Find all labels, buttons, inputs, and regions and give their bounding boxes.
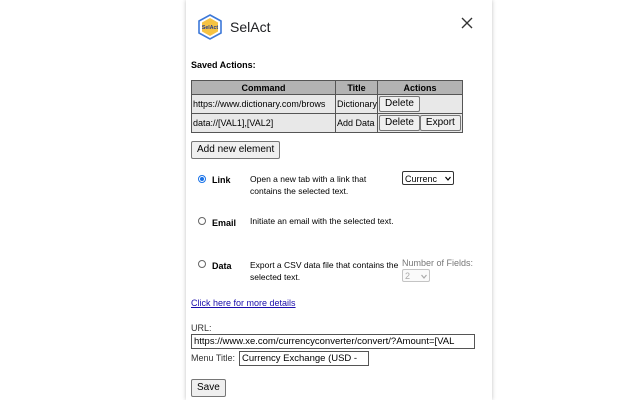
- data-radio[interactable]: [198, 260, 206, 268]
- link-label: Link: [212, 175, 231, 185]
- actions-cell: Delete: [377, 94, 463, 114]
- table-row: data://[VAL1],[VAL2] Add Data Delete Expo…: [191, 113, 463, 133]
- email-radio[interactable]: [198, 217, 206, 225]
- command-cell: data://[VAL1],[VAL2]: [191, 113, 336, 133]
- data-label: Data: [212, 261, 232, 271]
- menu-title-label: Menu Title:: [191, 353, 236, 363]
- add-new-element-button[interactable]: Add new element: [191, 141, 281, 159]
- email-label: Email: [212, 218, 237, 228]
- app-title: SelAct: [230, 19, 271, 35]
- command-cell: https://www.dictionary.com/brows: [191, 94, 336, 114]
- link-template-select[interactable]: Currenc: [402, 171, 454, 185]
- column-header-actions: Actions: [377, 80, 463, 95]
- number-of-fields-value: 2: [405, 271, 411, 281]
- chevron-down-icon: [445, 176, 451, 181]
- link-radio[interactable]: [198, 175, 206, 183]
- number-of-fields-select[interactable]: 2: [402, 269, 430, 282]
- export-button[interactable]: Export: [419, 115, 461, 131]
- link-description: Open a new tab with a link that contains…: [250, 174, 367, 196]
- chevron-down-icon: [421, 274, 427, 279]
- selact-logo: SelAct: [198, 14, 222, 40]
- menu-title-input[interactable]: Currency Exchange (USD -: [239, 351, 369, 366]
- email-description: Initiate an email with the selected text…: [250, 216, 394, 226]
- logo-text: SelAct: [202, 25, 218, 31]
- table-row: https://www.dictionary.com/brows Diction…: [191, 94, 463, 114]
- saved-actions-heading: Saved Actions:: [191, 60, 256, 70]
- save-button[interactable]: Save: [191, 379, 226, 397]
- header: SelAct SelAct: [198, 14, 488, 42]
- delete-button[interactable]: Delete: [379, 115, 420, 131]
- close-icon[interactable]: [460, 16, 474, 30]
- link-template-value: Currenc: [405, 174, 438, 184]
- title-cell: Add Data: [335, 113, 378, 133]
- saved-actions-table: Command Title Actions https://www.dictio…: [191, 80, 463, 133]
- title-cell: Dictionary: [335, 94, 378, 114]
- more-details-link[interactable]: Click here for more details: [191, 298, 296, 308]
- table-header-row: Command Title Actions: [191, 80, 463, 95]
- number-of-fields-label: Number of Fields:: [402, 258, 474, 268]
- actions-cell: Delete Export: [377, 113, 463, 133]
- data-description: Export a CSV data file that contains the…: [250, 260, 399, 282]
- popup-panel: SelAct SelAct Saved Actions: Command Tit…: [186, 0, 492, 400]
- column-header-title: Title: [335, 80, 378, 95]
- url-input[interactable]: https://www.xe.com/currencyconverter/con…: [191, 334, 475, 349]
- delete-button[interactable]: Delete: [379, 96, 420, 112]
- url-label: URL:: [191, 323, 212, 333]
- column-header-command: Command: [191, 80, 336, 95]
